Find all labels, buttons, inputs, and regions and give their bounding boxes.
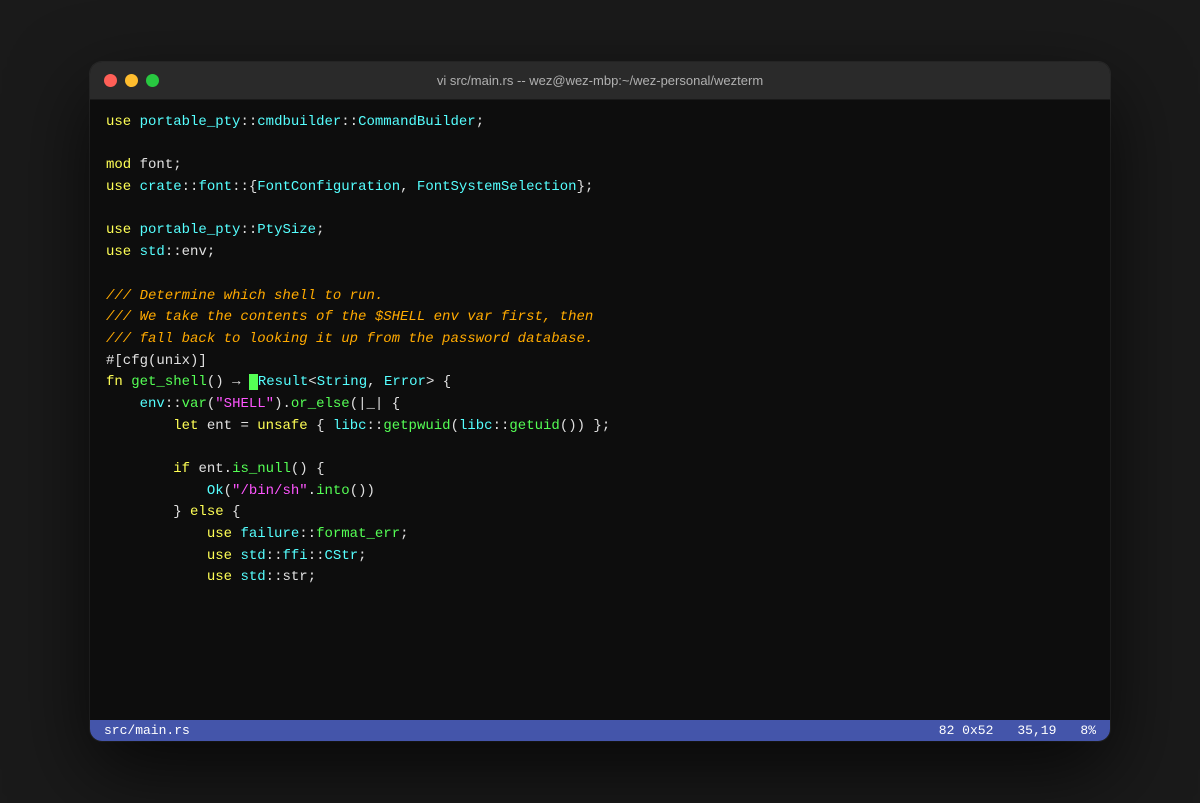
code-line-15: let ent = unsafe { libc::getpwuid(libc::… — [106, 416, 1094, 438]
window-title: vi src/main.rs -- wez@wez-mbp:~/wez-pers… — [437, 73, 763, 88]
code-line-7: use std::env; — [106, 242, 1094, 264]
code-line-5 — [106, 199, 1094, 221]
code-line-13: fn get_shell() → Result<String, Error> { — [106, 372, 1094, 394]
code-line-3: mod font; — [106, 155, 1094, 177]
code-line-17: if ent.is_null() { — [106, 459, 1094, 481]
titlebar: vi src/main.rs -- wez@wez-mbp:~/wez-pers… — [90, 62, 1110, 100]
code-line-21: use std::ffi::CStr; — [106, 546, 1094, 568]
traffic-lights — [104, 74, 159, 87]
minimize-button[interactable] — [125, 74, 138, 87]
code-line-19: } else { — [106, 502, 1094, 524]
statusbar-line-info: 82 0x52 — [939, 723, 994, 738]
code-line-12: #[cfg(unix)] — [106, 351, 1094, 373]
statusbar-right: 82 0x52 35,19 8% — [939, 723, 1096, 738]
code-line-11: /// fall back to looking it up from the … — [106, 329, 1094, 351]
code-line-22: use std::str; — [106, 567, 1094, 589]
code-line-6: use portable_pty::PtySize; — [106, 220, 1094, 242]
code-line-4: use crate::font::{FontConfiguration, Fon… — [106, 177, 1094, 199]
code-line-16 — [106, 437, 1094, 459]
close-button[interactable] — [104, 74, 117, 87]
code-line-14: env::var("SHELL").or_else(|_| { — [106, 394, 1094, 416]
statusbar: src/main.rs 82 0x52 35,19 8% — [90, 720, 1110, 741]
code-line-1: use portable_pty::cmdbuilder::CommandBui… — [106, 112, 1094, 134]
code-line-10: /// We take the contents of the $SHELL e… — [106, 307, 1094, 329]
maximize-button[interactable] — [146, 74, 159, 87]
statusbar-filename: src/main.rs — [104, 723, 190, 738]
terminal-window: vi src/main.rs -- wez@wez-mbp:~/wez-pers… — [90, 62, 1110, 741]
terminal-content[interactable]: use portable_pty::cmdbuilder::CommandBui… — [90, 100, 1110, 720]
statusbar-position: 35,19 — [1017, 723, 1056, 738]
statusbar-percent: 8% — [1080, 723, 1096, 738]
code-line-2 — [106, 134, 1094, 156]
code-line-8 — [106, 264, 1094, 286]
code-line-20: use failure::format_err; — [106, 524, 1094, 546]
code-line-9: /// Determine which shell to run. — [106, 286, 1094, 308]
code-line-18: Ok("/bin/sh".into()) — [106, 481, 1094, 503]
